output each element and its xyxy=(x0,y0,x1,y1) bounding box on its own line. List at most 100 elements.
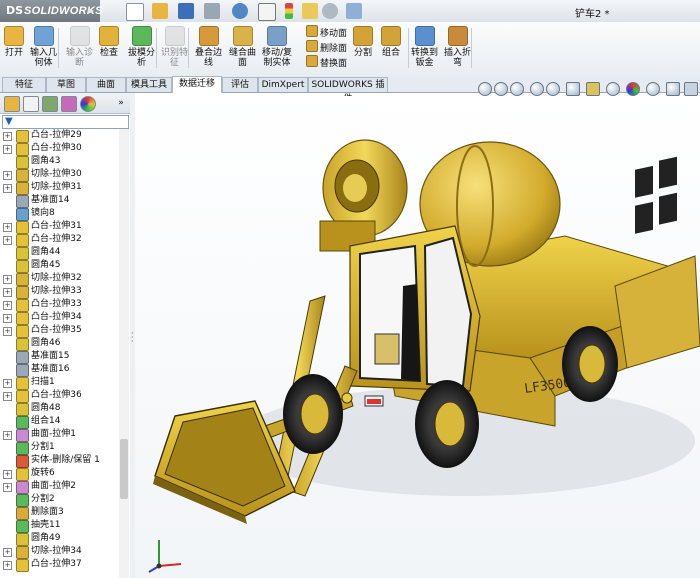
feature-manager-tab-icon[interactable] xyxy=(4,96,20,112)
expand-icon[interactable]: + xyxy=(3,379,12,388)
display-style-icon[interactable] xyxy=(586,82,600,96)
feature-tree-filter[interactable]: ▼ xyxy=(2,115,129,129)
tree-node[interactable]: 抽壳11 xyxy=(0,519,118,533)
tree-node[interactable]: + 旋转6 xyxy=(0,467,118,481)
toolbar-small-tool-0[interactable]: 移动面 xyxy=(306,25,347,40)
traffic-light-icon[interactable] xyxy=(285,3,293,19)
tab-4[interactable]: 数据迁移 xyxy=(172,76,222,93)
new-document-icon[interactable] xyxy=(126,3,144,21)
toolbar-tool-12[interactable]: 插入折 弯 xyxy=(444,26,471,68)
panel-grip-icon[interactable]: · · · xyxy=(131,330,134,346)
toolbar-tool-1[interactable]: 输入几 何体 xyxy=(30,26,57,68)
tree-node[interactable]: 圆角46 xyxy=(0,337,118,351)
property-manager-tab-icon[interactable] xyxy=(23,96,39,112)
tree-scrollbar[interactable] xyxy=(119,129,129,578)
toolbar-tool-8[interactable]: 移动/复 制实体 xyxy=(262,26,292,68)
tree-node[interactable]: 基准面16 xyxy=(0,363,118,377)
expand-icon[interactable]: + xyxy=(3,561,12,570)
tree-node[interactable]: 圆角48 xyxy=(0,402,118,416)
display-manager-tab-icon[interactable] xyxy=(80,96,96,112)
expand-icon[interactable]: + xyxy=(3,132,12,141)
toolbar-small-tool-1[interactable]: 删除面 xyxy=(306,40,347,55)
tree-node[interactable]: + 凸台-拉伸30 xyxy=(0,142,118,156)
toolbar-tool-2[interactable]: 输入诊 断 xyxy=(66,26,93,68)
expand-icon[interactable]: + xyxy=(3,327,12,336)
display-icon[interactable] xyxy=(346,3,362,19)
expand-icon[interactable]: + xyxy=(3,392,12,401)
expand-icon[interactable]: + xyxy=(3,314,12,323)
tab-1[interactable]: 草图 xyxy=(46,77,86,92)
zoom-to-fit-icon[interactable] xyxy=(478,82,492,96)
tree-node[interactable]: 圆角49 xyxy=(0,532,118,546)
dimxpert-manager-tab-icon[interactable] xyxy=(61,96,77,112)
tree-node[interactable]: 圆角44 xyxy=(0,246,118,260)
expand-icon[interactable]: + xyxy=(3,171,12,180)
tab-0[interactable]: 特征 xyxy=(2,77,46,92)
select-icon[interactable] xyxy=(258,3,276,21)
view-orientation-icon[interactable] xyxy=(566,82,580,96)
tree-node[interactable]: 圆角43 xyxy=(0,155,118,169)
file-properties-icon[interactable] xyxy=(302,3,318,19)
tree-node[interactable]: + 切除-拉伸33 xyxy=(0,285,118,299)
toolbar-tool-11[interactable]: 转换到 钣金 xyxy=(411,26,438,68)
edit-appearance-icon[interactable] xyxy=(626,82,640,96)
graphics-area[interactable]: LF3500 xyxy=(135,96,700,578)
tab-2[interactable]: 曲面 xyxy=(86,77,126,92)
tree-node[interactable]: + 切除-拉伸34 xyxy=(0,545,118,559)
toolbar-tool-5[interactable]: 识别特 征 xyxy=(161,26,188,68)
toolbar-tool-7[interactable]: 缝合曲 面 xyxy=(229,26,256,68)
solidworks-logo[interactable]: DS SOLIDWORKS ▶ xyxy=(0,0,102,22)
view-settings-icon[interactable] xyxy=(666,82,680,96)
tree-node[interactable]: 基准面15 xyxy=(0,350,118,364)
tree-node[interactable]: + 曲面-拉伸1 xyxy=(0,428,118,442)
tree-node[interactable]: + 凸台-拉伸37 xyxy=(0,558,118,572)
toolbar-tool-4[interactable]: 拔模分 析 xyxy=(128,26,155,68)
tree-node[interactable]: + 凸台-拉伸32 xyxy=(0,233,118,247)
print-icon[interactable] xyxy=(204,3,220,19)
tree-node[interactable]: + 凸台-拉伸35 xyxy=(0,324,118,338)
tree-node[interactable]: 组合14 xyxy=(0,415,118,429)
tree-node[interactable]: + 凸台-拉伸31 xyxy=(0,220,118,234)
tree-node[interactable]: + 切除-拉伸32 xyxy=(0,272,118,286)
toolbar-tool-9[interactable]: 分割 xyxy=(353,26,373,58)
tree-node[interactable]: + 凸台-拉伸36 xyxy=(0,389,118,403)
toolbar-tool-10[interactable]: 组合 xyxy=(381,26,401,58)
tree-node[interactable]: + 切除-拉伸30 xyxy=(0,168,118,182)
tab-7[interactable]: SOLIDWORKS 插件 xyxy=(308,77,388,104)
previous-view-icon[interactable] xyxy=(510,82,524,96)
tree-node[interactable]: 实体-删除/保留 1 xyxy=(0,454,118,468)
undo-icon[interactable] xyxy=(232,3,248,19)
expand-icon[interactable]: + xyxy=(3,483,12,492)
expand-icon[interactable]: + xyxy=(3,548,12,557)
expand-icon[interactable]: + xyxy=(3,236,12,245)
expand-icon[interactable]: + xyxy=(3,145,12,154)
menu-arrow-icon[interactable]: ▶ xyxy=(88,6,94,15)
expand-icon[interactable]: + xyxy=(3,301,12,310)
tab-6[interactable]: DimXpert xyxy=(258,77,308,92)
tab-5[interactable]: 评估 xyxy=(222,77,258,92)
toolbar-tool-6[interactable]: 叠合边 线 xyxy=(195,26,222,68)
tree-node[interactable]: 圆角45 xyxy=(0,259,118,273)
section-view-icon[interactable] xyxy=(530,82,544,96)
expand-icon[interactable]: + xyxy=(3,223,12,232)
collapse-panel-icon[interactable]: » xyxy=(114,96,128,110)
monitor-icon[interactable] xyxy=(684,82,698,96)
tree-node[interactable]: 分割1 xyxy=(0,441,118,455)
tree-node[interactable]: 分割2 xyxy=(0,493,118,507)
open-icon[interactable] xyxy=(152,3,168,19)
toolbar-small-tool-2[interactable]: 替换面 xyxy=(306,55,347,70)
expand-icon[interactable]: + xyxy=(3,184,12,193)
tab-3[interactable]: 模具工具 xyxy=(126,77,172,92)
toolbar-tool-0[interactable]: 打开 xyxy=(4,26,24,58)
configuration-manager-tab-icon[interactable] xyxy=(42,96,58,112)
options-gear-icon[interactable] xyxy=(322,3,338,19)
save-icon[interactable] xyxy=(178,3,194,19)
zoom-to-area-icon[interactable] xyxy=(494,82,508,96)
tree-node[interactable]: 镜向8 xyxy=(0,207,118,221)
expand-icon[interactable]: + xyxy=(3,288,12,297)
tree-node[interactable]: + 切除-拉伸31 xyxy=(0,181,118,195)
tree-node[interactable]: + 凸台-拉伸29 xyxy=(0,129,118,143)
dynamic-annotation-icon[interactable] xyxy=(546,82,560,96)
tree-node[interactable]: + 凸台-拉伸34 xyxy=(0,311,118,325)
scrollbar-thumb[interactable] xyxy=(120,439,128,499)
